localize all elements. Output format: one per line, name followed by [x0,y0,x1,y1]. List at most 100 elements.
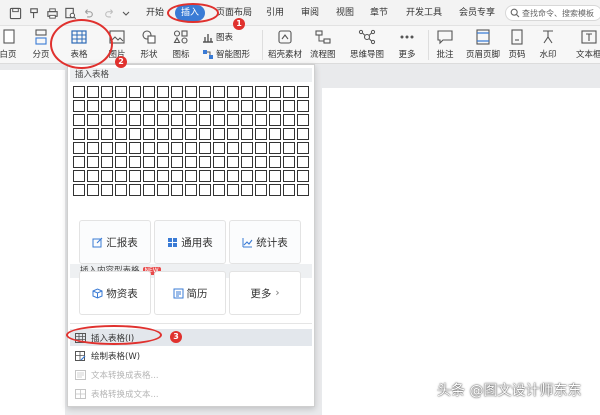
grid-cell[interactable] [101,128,113,140]
grid-cell[interactable] [73,170,85,182]
general-table-card[interactable]: 通用表 [154,220,226,264]
grid-cell[interactable] [171,170,183,182]
grid-cell[interactable] [283,184,295,196]
grid-cell[interactable] [213,86,225,98]
grid-cell[interactable] [297,86,309,98]
grid-cell[interactable] [171,86,183,98]
grid-cell[interactable] [73,184,85,196]
grid-cell[interactable] [171,114,183,126]
grid-cell[interactable] [283,114,295,126]
grid-cell[interactable] [283,156,295,168]
grid-cell[interactable] [87,100,99,112]
grid-cell[interactable] [185,100,197,112]
grid-cell[interactable] [101,184,113,196]
grid-cell[interactable] [227,128,239,140]
grid-cell[interactable] [227,100,239,112]
grid-cell[interactable] [297,114,309,126]
grid-cell[interactable] [115,100,127,112]
grid-cell[interactable] [213,184,225,196]
grid-cell[interactable] [171,184,183,196]
grid-cell[interactable] [269,100,281,112]
tab-references[interactable]: 引用 [266,5,284,21]
grid-cell[interactable] [73,86,85,98]
grid-cell[interactable] [199,142,211,154]
grid-cell[interactable] [87,170,99,182]
grid-cell[interactable] [129,114,141,126]
grid-cell[interactable] [143,142,155,154]
grid-cell[interactable] [269,128,281,140]
grid-cell[interactable] [129,142,141,154]
grid-cell[interactable] [157,86,169,98]
grid-cell[interactable] [199,114,211,126]
grid-cell[interactable] [185,128,197,140]
grid-cell[interactable] [241,156,253,168]
tab-view[interactable]: 视图 [336,5,354,21]
grid-cell[interactable] [157,128,169,140]
tab-chapter[interactable]: 章节 [370,5,388,21]
flowchart-button[interactable]: 流程图 [310,28,336,60]
grid-cell[interactable] [297,100,309,112]
redo-icon[interactable] [104,6,116,20]
grid-cell[interactable] [283,86,295,98]
grid-cell[interactable] [157,114,169,126]
grid-cell[interactable] [129,170,141,182]
draw-table-menu-item[interactable]: 绘制表格(W) [70,347,312,364]
grid-cell[interactable] [297,184,309,196]
grid-cell[interactable] [255,184,267,196]
grid-cell[interactable] [255,114,267,126]
grid-cell[interactable] [199,128,211,140]
grid-cell[interactable] [101,170,113,182]
grid-cell[interactable] [171,128,183,140]
grid-cell[interactable] [241,170,253,182]
grid-cell[interactable] [227,86,239,98]
grid-cell[interactable] [129,86,141,98]
grid-cell[interactable] [87,86,99,98]
format-painter-icon[interactable] [27,6,41,20]
grid-cell[interactable] [185,156,197,168]
tab-review[interactable]: 审阅 [301,5,319,21]
grid-cell[interactable] [269,156,281,168]
document-page[interactable] [0,70,65,415]
grid-cell[interactable] [129,100,141,112]
grid-cell[interactable] [101,100,113,112]
grid-cell[interactable] [87,128,99,140]
grid-cell[interactable] [171,156,183,168]
save-icon[interactable] [8,6,22,20]
grid-cell[interactable] [143,86,155,98]
grid-cell[interactable] [297,170,309,182]
grid-cell[interactable] [185,114,197,126]
grid-cell[interactable] [227,114,239,126]
grid-cell[interactable] [157,170,169,182]
grid-cell[interactable] [129,128,141,140]
grid-cell[interactable] [213,128,225,140]
grid-cell[interactable] [87,114,99,126]
grid-cell[interactable] [157,156,169,168]
grid-cell[interactable] [255,100,267,112]
docer-assets-button[interactable]: 稻壳素材 [268,28,302,60]
grid-cell[interactable] [227,142,239,154]
grid-cell[interactable] [73,142,85,154]
page-break-button[interactable]: 分页 [30,28,52,60]
grid-cell[interactable] [157,184,169,196]
supplies-table-card[interactable]: 物资表 [79,271,151,315]
table-button[interactable]: 表格 [68,28,90,60]
grid-cell[interactable] [213,170,225,182]
command-search-input[interactable]: 查找命令、搜索模板 [505,5,600,21]
undo-icon[interactable] [82,6,94,20]
watermark-button[interactable]: 水印 [537,28,559,60]
grid-cell[interactable] [255,128,267,140]
customize-chevron-icon[interactable] [121,6,131,20]
grid-cell[interactable] [255,86,267,98]
grid-cell[interactable] [199,184,211,196]
grid-cell[interactable] [171,142,183,154]
grid-cell[interactable] [115,128,127,140]
grid-cell[interactable] [297,128,309,140]
header-footer-button[interactable]: 页眉页脚 [466,28,500,60]
grid-cell[interactable] [129,156,141,168]
grid-cell[interactable] [143,128,155,140]
grid-cell[interactable] [213,114,225,126]
grid-cell[interactable] [269,170,281,182]
shapes-button[interactable]: 形状 [138,28,160,60]
text-box-button[interactable]: 文本框 [576,28,600,60]
grid-cell[interactable] [269,86,281,98]
